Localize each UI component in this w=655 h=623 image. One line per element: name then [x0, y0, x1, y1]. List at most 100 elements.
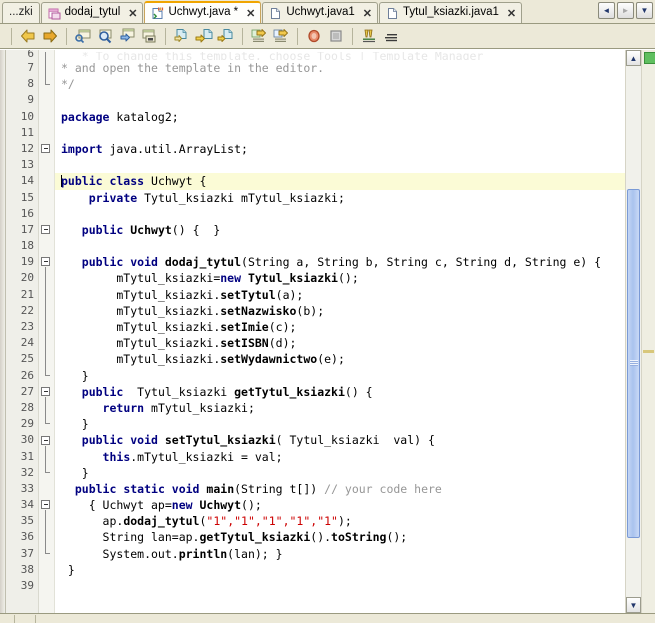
tab-tytul-ksiazki-java1[interactable]: Tytul_ksiazki.java1 ✕	[378, 2, 523, 23]
code-line[interactable]: public Tytul_ksiazki getTytul_ksiazki() …	[55, 384, 625, 400]
toggle-bookmark-icon[interactable]	[380, 26, 402, 47]
code-line[interactable]: }	[55, 368, 625, 384]
tab-uchwyt-java[interactable]: Uchwyt.java * ✕	[144, 1, 262, 23]
line-number: 17	[20, 222, 34, 236]
vertical-scrollbar[interactable]: ▲ ▼	[625, 50, 641, 613]
line-number: 20	[20, 271, 34, 285]
code-token: ( Tytul_ksiazki val) {	[275, 433, 435, 448]
line-number: 39	[20, 579, 34, 592]
code-token: .mTytul_ksiazki = val;	[130, 449, 283, 464]
code-line[interactable]: this.mTytul_ksiazki = val;	[55, 449, 625, 465]
code-token: java.util.ArrayList;	[102, 141, 248, 156]
code-line[interactable]: package katalog2;	[55, 109, 625, 125]
code-line[interactable]: System.out.println(lan); }	[55, 546, 625, 562]
code-line[interactable]: mTytul_ksiazki=new Tytul_ksiazki();	[55, 270, 625, 286]
find-icon[interactable]	[94, 26, 116, 47]
code-line[interactable]: import java.util.ArrayList;	[55, 141, 625, 157]
code-editor-area: 6 7 8 9 10 11 12 13 14 15 16 17 18 19 20 21 22 23 24 25 26 27…	[0, 49, 655, 613]
fold-toggle-icon[interactable]	[41, 225, 50, 234]
code-line[interactable]: public static void main(String t[]) // y…	[55, 481, 625, 497]
find-selection-icon[interactable]	[72, 26, 94, 47]
tab-close-icon[interactable]: ✕	[128, 7, 137, 20]
status-divider	[14, 614, 15, 623]
scroll-up-button[interactable]: ▲	[626, 50, 641, 66]
code-line[interactable]: return mTytul_ksiazki;	[55, 400, 625, 416]
tab-close-icon[interactable]: ✕	[246, 7, 255, 20]
previous-bookmark-icon[interactable]	[193, 26, 215, 47]
fold-endcap	[45, 423, 50, 425]
code-line[interactable]: }	[55, 465, 625, 481]
code-line[interactable]: mTytul_ksiazki.setTytul(a);	[55, 287, 625, 303]
code-token: mTytul_ksiazki=	[61, 271, 221, 286]
code-line[interactable]	[55, 238, 625, 254]
annotation-mark[interactable]	[643, 350, 654, 353]
shift-line-right-icon[interactable]	[270, 26, 292, 47]
code-text-area[interactable]: * To change this template, choose Tools …	[55, 50, 625, 613]
code-line[interactable]: public class Uchwyt {	[55, 173, 625, 190]
fold-toggle-icon[interactable]	[41, 257, 50, 267]
caret-up-icon: ▲	[629, 53, 638, 63]
code-token: }	[61, 368, 89, 383]
code-token: getTytul_ksiazki	[234, 384, 345, 399]
code-line[interactable]: mTytul_ksiazki.setNazwisko(b);	[55, 303, 625, 319]
code-token: ().	[310, 530, 332, 545]
last-edit-icon[interactable]	[171, 26, 193, 47]
code-token: this	[102, 449, 131, 464]
code-token: );	[337, 514, 352, 529]
forward-icon[interactable]	[39, 26, 61, 47]
code-line[interactable]: mTytul_ksiazki.setISBN(d);	[55, 335, 625, 351]
code-line[interactable]: public Uchwyt() { }	[55, 222, 625, 238]
back-icon[interactable]	[17, 26, 39, 47]
fold-toggle-icon[interactable]	[41, 435, 50, 445]
code-token: String lan=ap.	[61, 530, 200, 545]
code-token: setNazwisko	[220, 303, 297, 318]
stop-icon[interactable]	[325, 26, 347, 47]
tab-dodaj-tytul[interactable]: dodaj_tytul ✕	[40, 2, 144, 23]
chevron-left-icon: ◄	[602, 6, 611, 15]
code-line[interactable]: ap.dodaj_tytul("1","1","1","1","1");	[55, 513, 625, 529]
tab-list-button[interactable]: ▼	[636, 2, 653, 19]
code-token: toString	[331, 530, 387, 545]
fold-endcap	[45, 553, 50, 554]
tab-truncated-ksiazki[interactable]: ...zki	[2, 2, 40, 23]
code-line[interactable]: mTytul_ksiazki.setImie(c);	[55, 319, 625, 335]
code-line[interactable]: String lan=ap.getTytul_ksiazki().toStrin…	[55, 529, 625, 545]
code-line[interactable]: { Uchwyt ap=new Uchwyt();	[55, 497, 625, 513]
code-line[interactable]: public void dodaj_tytul(String a, String…	[55, 254, 625, 270]
tab-uchwyt-java1[interactable]: Uchwyt.java1 ✕	[262, 2, 378, 23]
code-line[interactable]	[55, 125, 625, 141]
code-token: (String a, String b, String c, String d,…	[241, 255, 602, 270]
fold-toggle-icon[interactable]	[41, 500, 50, 510]
code-line[interactable]	[55, 157, 625, 173]
code-token: (lan); }	[227, 546, 283, 561]
tab-close-icon[interactable]: ✕	[363, 7, 372, 20]
code-line[interactable]: * and open the template in the editor.	[55, 60, 625, 76]
code-line[interactable]	[55, 206, 625, 222]
code-line[interactable]	[55, 578, 625, 594]
scrollbar-thumb[interactable]	[627, 188, 640, 538]
next-bookmark-icon[interactable]	[215, 26, 237, 47]
toggle-rectangular-selection-icon[interactable]	[138, 26, 160, 47]
code-line[interactable]: public void setTytul_ksiazki( Tytul_ksia…	[55, 432, 625, 448]
tab-scroll-right-button[interactable]: ►	[617, 2, 634, 19]
scroll-down-button[interactable]: ▼	[626, 597, 641, 613]
code-token: Uchwyt {	[144, 174, 207, 189]
shift-line-left-icon[interactable]	[248, 26, 270, 47]
tab-scroll-left-button[interactable]: ◄	[598, 2, 615, 19]
code-token: dodaj_tytul	[123, 514, 200, 529]
code-line[interactable]: }	[55, 562, 625, 578]
annotation-error-strip[interactable]	[641, 50, 655, 613]
code-line[interactable]: private Tytul_ksiazki mTytul_ksiazki;	[55, 190, 625, 206]
find-next-icon[interactable]	[116, 26, 138, 47]
fold-toggle-icon[interactable]	[41, 144, 50, 153]
fold-toggle-icon[interactable]	[41, 387, 50, 396]
code-line[interactable]: }	[55, 416, 625, 432]
code-line[interactable]: mTytul_ksiazki.setWydawnictwo(e);	[55, 351, 625, 367]
tab-close-icon[interactable]: ✕	[507, 7, 516, 20]
toggle-breakpoint-icon[interactable]	[303, 26, 325, 47]
toggle-highlight-icon[interactable]	[358, 26, 380, 47]
code-line[interactable]	[55, 92, 625, 108]
code-line[interactable]: */	[55, 76, 625, 92]
